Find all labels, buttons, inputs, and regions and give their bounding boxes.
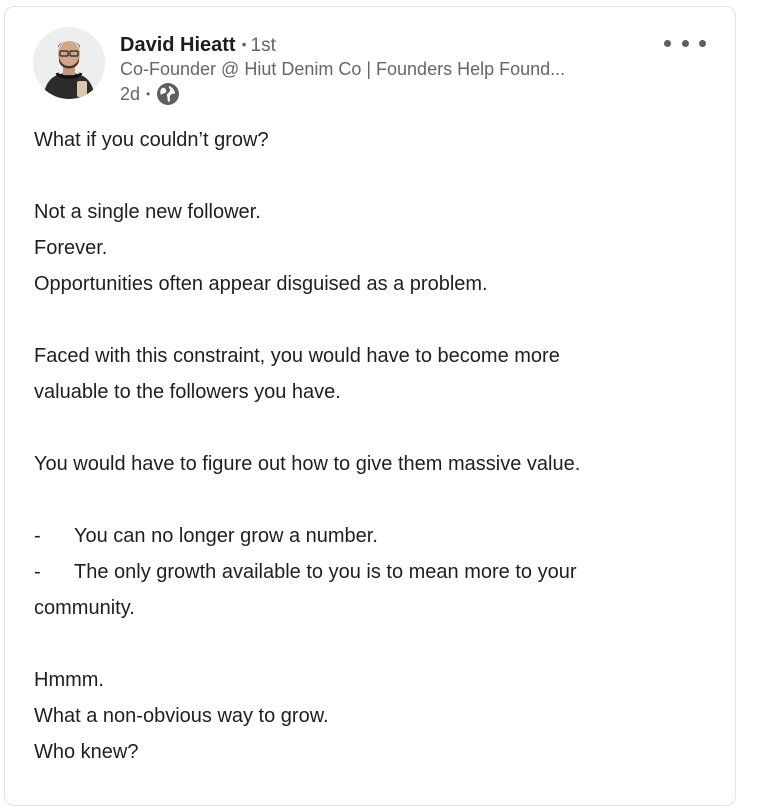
post-line: Faced with this constraint, you would ha… (34, 345, 560, 367)
meta-separator: • (146, 87, 151, 101)
post-time: 2d (120, 84, 141, 104)
post-line: valuable to the followers you have. (34, 381, 341, 403)
bullet-text: You can no longer grow a number. (74, 525, 378, 547)
connection-degree: 1st (250, 35, 276, 56)
post-line: Opportunities often appear disguised as … (34, 273, 488, 295)
bullet-marker: - (34, 561, 41, 583)
post-meta: 2d • (120, 82, 180, 106)
author-name-row[interactable]: David Hieatt • 1st (120, 32, 276, 58)
post-line: Forever. (34, 237, 108, 259)
globe-icon (156, 82, 180, 106)
bullet-item: - The only growth available to you is to … (34, 554, 694, 590)
avatar-photo (33, 27, 105, 99)
post-line: Not a single new follower. (34, 201, 261, 223)
bullet-item: - You can no longer grow a number. (34, 518, 694, 554)
more-horizontal-icon (681, 39, 689, 47)
name-separator: • (241, 36, 247, 52)
post-line: Who knew? (34, 741, 139, 763)
post-line: What if you couldn’t grow? (34, 129, 269, 151)
author-avatar[interactable] (33, 27, 105, 99)
bullet-text: The only growth available to you is to m… (74, 561, 577, 583)
post-line: What a non-obvious way to grow. (34, 705, 329, 727)
post-text: What if you couldn’t grow? Not a single … (34, 122, 694, 770)
bullet-marker: - (34, 525, 41, 547)
post-line: Hmmm. (34, 669, 104, 691)
more-options-button[interactable] (664, 30, 706, 56)
post-line: You would have to figure out how to give… (34, 453, 581, 475)
more-horizontal-icon (699, 39, 706, 47)
author-headline: Co-Founder @ Hiut Denim Co | Founders He… (120, 59, 566, 79)
more-horizontal-icon (664, 39, 671, 47)
author-name[interactable]: David Hieatt (120, 34, 236, 56)
bullet-continuation: community. (34, 597, 135, 619)
